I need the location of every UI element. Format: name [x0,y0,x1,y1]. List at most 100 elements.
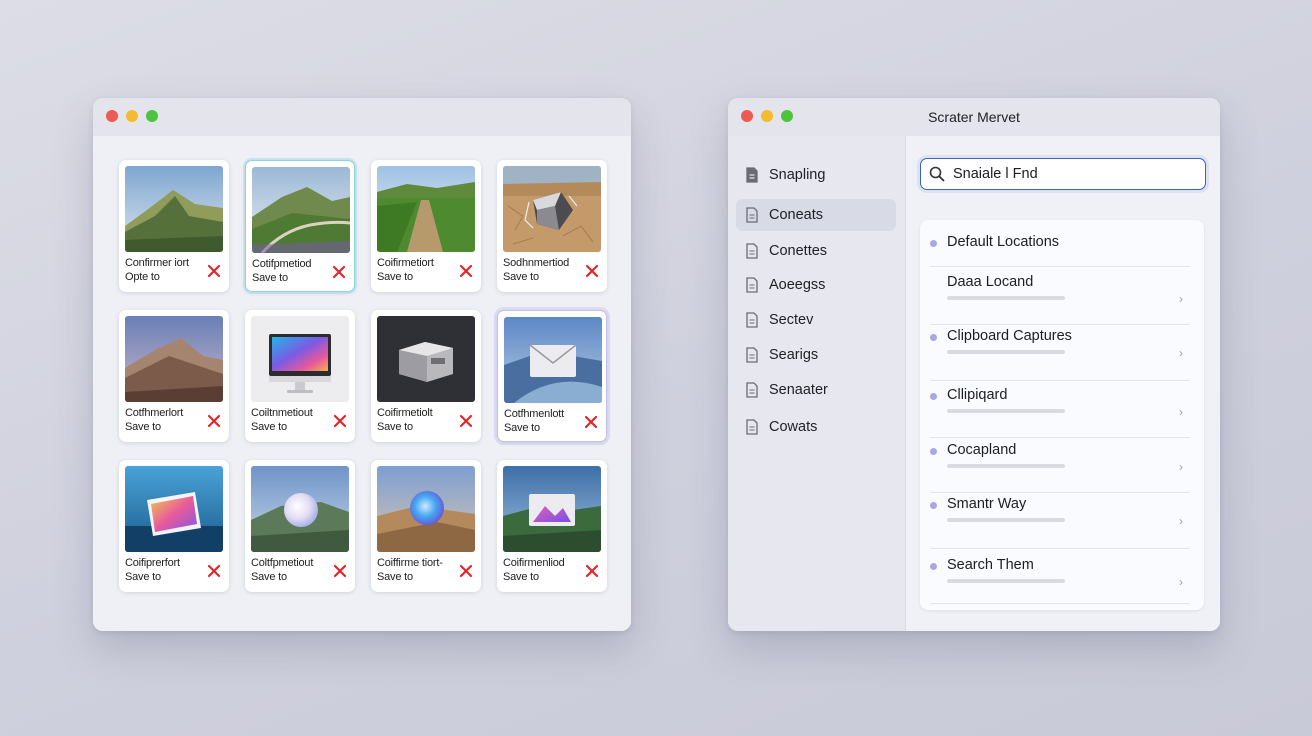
list-divider [930,380,1190,381]
list-item-label: Default Locations [947,234,1060,250]
sidebar-item[interactable]: Aoeegss [736,269,896,301]
list-item-label: Search Them [947,557,1034,573]
image-thumbnail [377,166,475,252]
list-item-placeholder-bar [947,350,1065,354]
list-bullet-icon [930,448,937,455]
image-thumbnail [377,466,475,552]
delete-x-icon[interactable] [585,264,599,278]
card-save-location: Save to [377,571,413,583]
sidebar-item-label: Aoeegss [769,277,826,293]
sidebar-item[interactable]: Searigs [736,339,896,371]
card-save-location: Save to [377,271,413,283]
search-field[interactable] [920,158,1206,190]
delete-x-icon[interactable] [584,415,598,429]
sidebar-item[interactable]: Cowats [736,411,896,443]
delete-x-icon[interactable] [332,265,346,279]
card-title: Coiffirme tiort- [377,557,443,569]
sidebar: Snapling Coneats Conettes Aoeegss Sectev [728,136,906,631]
card-title: Sodhnmertiod [503,257,570,269]
list-item-label: Cllipiqard [947,387,1008,403]
image-thumbnail [251,466,349,552]
location-list-item[interactable]: Search Them › [920,553,1204,604]
sidebar-item[interactable]: Conettes [736,235,896,267]
card-save-location: Save to [252,272,288,284]
sidebar-item[interactable]: Coneats [736,199,896,231]
document-icon [746,277,758,293]
list-bullet-icon [930,563,937,570]
list-divider [930,548,1190,549]
image-card[interactable]: Coifirmetiolt Save to [371,310,481,442]
delete-x-icon[interactable] [207,264,221,278]
locations-list: Default Locations Daaa Locand › Clipboard C… [920,220,1204,610]
card-title: Coifirmenliod [503,557,565,569]
list-item-placeholder-bar [947,518,1065,522]
location-list-item[interactable]: Cocapland › [920,438,1204,493]
document-icon [746,419,758,435]
location-list-item[interactable]: Smantr Way › [920,492,1204,549]
image-thumbnail [125,466,223,552]
image-card[interactable]: Coifirmetiort Save to [371,160,481,292]
close-window-button[interactable] [106,110,118,122]
card-title: Coltfpmetiout [251,557,314,569]
list-item-placeholder-bar [947,579,1065,583]
sidebar-item-label: Snapling [769,167,826,183]
image-card[interactable]: Confirmer iort Opte to [119,160,229,292]
sidebar-item[interactable]: Senaater [736,374,896,406]
right-window-titlebar: Scrater Mervet [728,98,1220,136]
image-card[interactable]: Coltfpmetiout Save to [245,460,355,592]
delete-x-icon[interactable] [207,564,221,578]
main-panel: Default Locations Daaa Locand›Clipboard C… [906,136,1220,631]
card-title: Coifirmetiolt [377,407,433,419]
sidebar-item-label: Sectev [769,312,814,328]
location-list-item[interactable]: Default Locations [920,230,1204,267]
search-input[interactable] [953,166,1193,182]
chevron-right-icon: › [1179,514,1183,528]
zoom-window-button[interactable] [146,110,158,122]
document-icon [746,382,758,398]
image-thumbnail [377,316,475,402]
list-bullet-icon [930,393,937,400]
location-list-item[interactable]: Daaa Locand › [920,270,1204,325]
delete-x-icon[interactable] [459,414,473,428]
list-item-label: Cocapland [947,442,1017,458]
location-list-item[interactable]: Clipboard Captures › [920,324,1204,381]
card-title: Coifirmetiort [377,257,434,269]
card-save-location: Save to [251,421,287,433]
image-card[interactable]: Coiffirme tiort- Save to [371,460,481,592]
location-list-item[interactable]: Cllipiqard › [920,383,1204,438]
image-thumbnail [125,316,223,402]
card-save-location: Save to [125,571,161,583]
delete-x-icon[interactable] [459,564,473,578]
delete-x-icon[interactable] [585,564,599,578]
card-title: Confirmer iort [125,257,189,269]
image-card[interactable]: Sodhnmertiod Save to [497,160,607,292]
delete-x-icon[interactable] [207,414,221,428]
list-divider [930,603,1190,604]
card-title: Cotifpmetiod [252,258,312,270]
card-save-location: Save to [377,421,413,433]
left-window-titlebar [93,98,631,136]
delete-x-icon[interactable] [459,264,473,278]
image-card[interactable]: Coiltnmetiout Save to [245,310,355,442]
delete-x-icon[interactable] [333,414,347,428]
chevron-right-icon: › [1179,346,1183,360]
image-card[interactable]: Cotifpmetiod Save to [245,160,355,292]
delete-x-icon[interactable] [333,564,347,578]
chevron-right-icon: › [1179,575,1183,589]
sidebar-item[interactable]: Sectev [736,304,896,336]
image-thumbnail [503,166,601,252]
sidebar-item-label: Coneats [769,207,824,223]
sidebar-item-label: Cowats [769,419,818,435]
image-thumbnail [125,166,223,252]
card-save-location: Save to [125,421,161,433]
minimize-window-button[interactable] [126,110,138,122]
image-card[interactable]: Coifirmenliod Save to [497,460,607,592]
image-card[interactable]: Cotfhmerlort Save to [119,310,229,442]
image-thumbnail [504,317,602,403]
image-card[interactable]: Cotfhmenlott Save to [497,310,607,442]
image-card[interactable]: Coifiprerfort Save to [119,460,229,592]
chevron-right-icon: › [1179,460,1183,474]
sidebar-item-label: Searigs [769,347,819,363]
image-grid: Confirmer iort Opte to Cotifpmetiod Save… [119,160,607,592]
sidebar-item[interactable]: Snapling [736,159,896,191]
